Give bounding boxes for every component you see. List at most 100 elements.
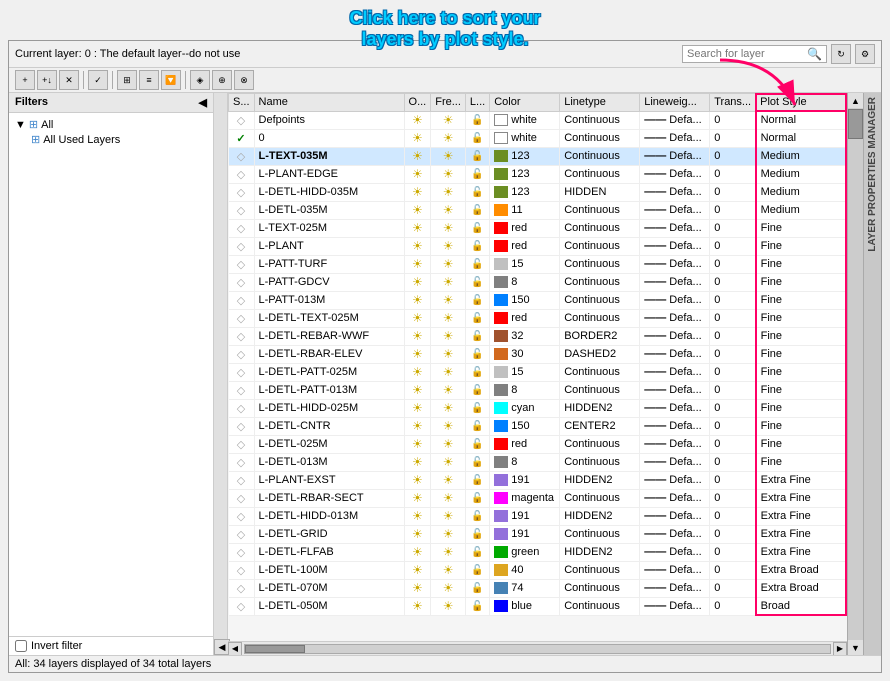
cell-freeze[interactable]: ☀ [431,201,466,219]
cell-on[interactable]: ☀ [404,273,431,291]
cell-color[interactable]: cyan [490,399,560,417]
cell-linetype[interactable]: Continuous [560,489,640,507]
cell-lineweight[interactable]: —— Defa... [640,489,710,507]
cell-linetype[interactable]: DASHED2 [560,345,640,363]
table-row[interactable]: ◇L-DETL-RBAR-SECT☀☀🔓magentaContinuous—— … [229,489,847,507]
cell-linetype[interactable]: Continuous [560,237,640,255]
cell-plot-style[interactable]: Medium [756,183,846,201]
new-layer-button[interactable]: + [15,70,35,90]
cell-lineweight[interactable]: —— Defa... [640,327,710,345]
cell-freeze[interactable]: ☀ [431,183,466,201]
cell-on[interactable]: ☀ [404,417,431,435]
col-color[interactable]: Color [490,94,560,112]
cell-lock[interactable]: 🔓 [465,345,489,363]
table-row[interactable]: ◇L-DETL-013M☀☀🔓8Continuous—— Defa...0Fin… [229,453,847,471]
cell-plot-style[interactable]: Fine [756,309,846,327]
cell-on[interactable]: ☀ [404,399,431,417]
cell-on[interactable]: ☀ [404,381,431,399]
cell-lock[interactable]: 🔓 [465,453,489,471]
table-row[interactable]: ◇L-DETL-100M☀☀🔓40Continuous—— Defa...0Ex… [229,561,847,579]
cell-color[interactable]: red [490,309,560,327]
cell-transparency[interactable]: 0 [710,201,756,219]
cell-lineweight[interactable]: —— Defa... [640,183,710,201]
cell-on[interactable]: ☀ [404,345,431,363]
cell-color[interactable]: 150 [490,417,560,435]
cell-linetype[interactable]: HIDDEN2 [560,399,640,417]
cell-transparency[interactable]: 0 [710,435,756,453]
cell-transparency[interactable]: 0 [710,597,756,615]
cell-transparency[interactable]: 0 [710,399,756,417]
set-current-button[interactable]: ✓ [88,70,108,90]
new-layer-vp-button[interactable]: +↓ [37,70,57,90]
cell-linetype[interactable]: Continuous [560,381,640,399]
cell-lineweight[interactable]: —— Defa... [640,561,710,579]
cell-linetype[interactable]: Continuous [560,219,640,237]
table-row[interactable]: ◇L-DETL-PATT-013M☀☀🔓8Continuous—— Defa..… [229,381,847,399]
table-row[interactable]: ◇L-DETL-025M☀☀🔓redContinuous—— Defa...0F… [229,435,847,453]
table-row[interactable]: ◇L-PLANT☀☀🔓redContinuous—— Defa...0Fine [229,237,847,255]
cell-lock[interactable]: 🔓 [465,201,489,219]
vscroll-thumb[interactable] [848,109,863,139]
cell-plot-style[interactable]: Extra Fine [756,543,846,561]
table-row[interactable]: ◇L-DETL-FLFAB☀☀🔓greenHIDDEN2—— Defa...0E… [229,543,847,561]
cell-lock[interactable]: 🔓 [465,489,489,507]
cell-plot-style[interactable]: Extra Fine [756,507,846,525]
cell-plot-style[interactable]: Fine [756,435,846,453]
cell-on[interactable]: ☀ [404,183,431,201]
cell-freeze[interactable]: ☀ [431,471,466,489]
cell-transparency[interactable]: 0 [710,525,756,543]
delete-layer-button[interactable]: ✕ [59,70,79,90]
cell-transparency[interactable]: 0 [710,543,756,561]
cell-color[interactable]: 191 [490,471,560,489]
cell-lock[interactable]: 🔓 [465,129,489,147]
cell-transparency[interactable]: 0 [710,111,756,129]
cell-lock[interactable]: 🔓 [465,309,489,327]
cell-lock[interactable]: 🔓 [465,471,489,489]
cell-lineweight[interactable]: —— Defa... [640,435,710,453]
cell-on[interactable]: ☀ [404,291,431,309]
settings-button[interactable]: ⚙ [855,44,875,64]
cell-freeze[interactable]: ☀ [431,561,466,579]
cell-on[interactable]: ☀ [404,453,431,471]
cell-on[interactable]: ☀ [404,237,431,255]
cell-freeze[interactable]: ☀ [431,273,466,291]
cell-transparency[interactable]: 0 [710,165,756,183]
cell-color[interactable]: 40 [490,561,560,579]
cell-linetype[interactable]: Continuous [560,597,640,615]
cell-linetype[interactable]: BORDER2 [560,327,640,345]
cell-freeze[interactable]: ☀ [431,381,466,399]
cell-on[interactable]: ☀ [404,471,431,489]
cell-freeze[interactable]: ☀ [431,489,466,507]
cell-transparency[interactable]: 0 [710,579,756,597]
cell-lineweight[interactable]: —— Defa... [640,111,710,129]
cell-plot-style[interactable]: Fine [756,237,846,255]
hscroll-track[interactable] [244,644,831,654]
cell-lineweight[interactable]: —— Defa... [640,543,710,561]
cell-linetype[interactable]: Continuous [560,273,640,291]
cell-plot-style[interactable]: Medium [756,147,846,165]
cell-freeze[interactable]: ☀ [431,507,466,525]
cell-color[interactable]: red [490,219,560,237]
cell-freeze[interactable]: ☀ [431,345,466,363]
cell-freeze[interactable]: ☀ [431,111,466,129]
cell-transparency[interactable]: 0 [710,381,756,399]
col-plot-style[interactable]: Plot Style [756,94,846,112]
cell-lock[interactable]: 🔓 [465,219,489,237]
cell-transparency[interactable]: 0 [710,327,756,345]
table-row[interactable]: ◇L-PATT-TURF☀☀🔓15Continuous—— Defa...0Fi… [229,255,847,273]
cell-color[interactable]: 191 [490,507,560,525]
cell-on[interactable]: ☀ [404,579,431,597]
cell-lock[interactable]: 🔓 [465,273,489,291]
cell-transparency[interactable]: 0 [710,561,756,579]
cell-color[interactable]: 74 [490,579,560,597]
cell-lineweight[interactable]: —— Defa... [640,147,710,165]
cell-transparency[interactable]: 0 [710,147,756,165]
cell-lineweight[interactable]: —— Defa... [640,219,710,237]
table-row[interactable]: ◇L-TEXT-025M☀☀🔓redContinuous—— Defa...0F… [229,219,847,237]
table-row[interactable]: ◇L-DETL-035M☀☀🔓11Continuous—— Defa...0Me… [229,201,847,219]
cell-lineweight[interactable]: —— Defa... [640,363,710,381]
cell-plot-style[interactable]: Fine [756,453,846,471]
cell-lock[interactable]: 🔓 [465,525,489,543]
cell-on[interactable]: ☀ [404,543,431,561]
cell-plot-style[interactable]: Extra Broad [756,561,846,579]
